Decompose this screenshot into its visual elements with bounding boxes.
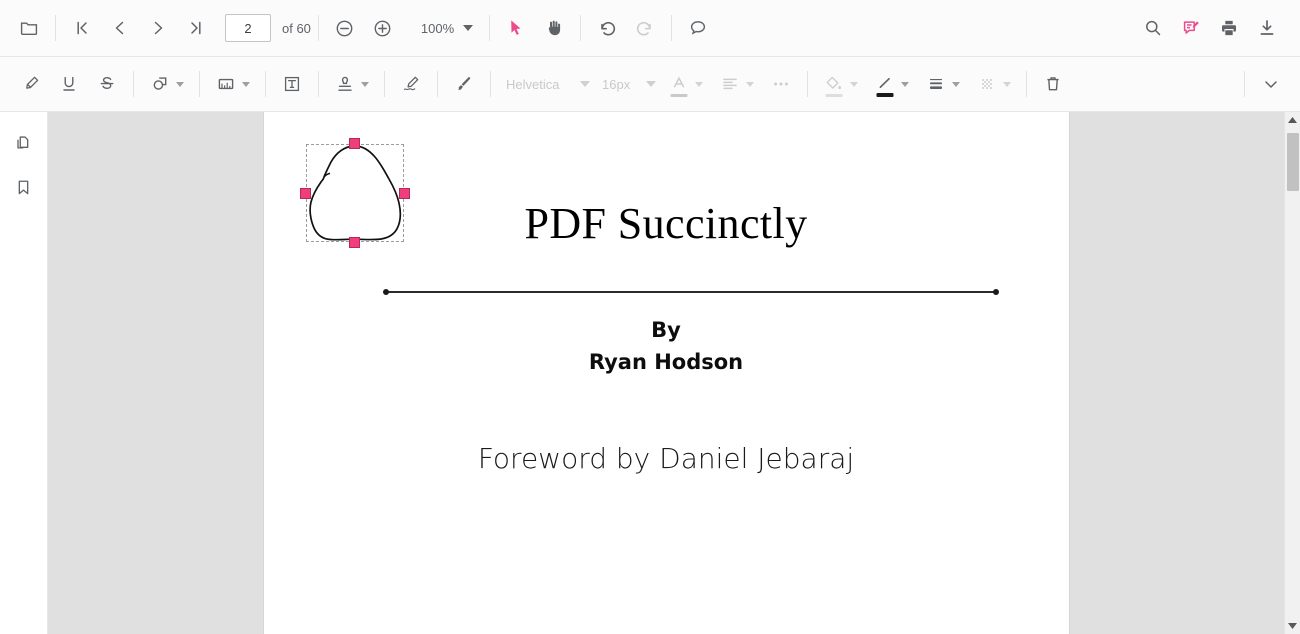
comment-icon[interactable] <box>679 9 717 47</box>
scroll-down-icon[interactable] <box>1285 617 1300 634</box>
align-tool[interactable] <box>711 65 762 103</box>
main-toolbar: of 60 100% <box>0 0 1300 57</box>
line-thickness-tool[interactable] <box>917 65 968 103</box>
highlight-icon[interactable] <box>12 65 50 103</box>
page-total-label: of 60 <box>282 20 311 36</box>
font-family-select[interactable]: Helvetica <box>498 72 594 97</box>
toolbar-divider <box>318 71 319 97</box>
annotation-toolbar-right <box>1237 65 1290 103</box>
stroke-color-icon <box>866 65 904 103</box>
signature-icon[interactable] <box>392 65 430 103</box>
line-thickness-icon <box>917 65 955 103</box>
stamp-tool[interactable] <box>326 65 377 103</box>
select-tool-icon[interactable] <box>497 9 535 47</box>
shape-icon <box>141 65 179 103</box>
align-icon <box>711 65 749 103</box>
toolbar-divider <box>437 71 438 97</box>
toolbar-divider <box>490 71 491 97</box>
chevron-down-icon <box>463 25 474 31</box>
toolbar-divider <box>1026 71 1027 97</box>
stamp-icon <box>326 65 364 103</box>
brush-icon[interactable] <box>445 65 483 103</box>
foreword-line: Foreword by Daniel Jebaraj <box>477 442 855 475</box>
toolbar-divider <box>580 15 582 41</box>
vertical-scrollbar[interactable] <box>1284 112 1300 634</box>
scroll-up-icon[interactable] <box>1285 112 1300 129</box>
annotation-toolbar: Helvetica 16px <box>0 57 1300 112</box>
chevron-down-icon <box>580 81 590 87</box>
by-label: By <box>651 318 681 342</box>
search-icon[interactable] <box>1134 9 1172 47</box>
print-icon[interactable] <box>1210 9 1248 47</box>
zoom-level-value: 100% <box>420 20 455 36</box>
toolbar-divider <box>265 71 266 97</box>
font-color-swatch <box>670 94 688 97</box>
author-name: Ryan Hodson <box>588 350 744 374</box>
viewer-body: PDF Succinctly By Ryan Hodson Foreword b… <box>0 112 1300 634</box>
chevron-down-icon <box>646 81 656 87</box>
strikethrough-icon[interactable] <box>88 65 126 103</box>
font-color-icon <box>660 65 698 103</box>
pan-tool-icon[interactable] <box>535 9 573 47</box>
pdf-page[interactable]: PDF Succinctly By Ryan Hodson Foreword b… <box>263 112 1069 634</box>
open-file-icon[interactable] <box>10 9 48 47</box>
toolbar-divider <box>199 71 200 97</box>
toolbar-divider <box>55 15 56 41</box>
font-size-value: 16px <box>602 76 631 92</box>
author-block: By Ryan Hodson <box>264 314 1069 378</box>
left-sidebar-rail <box>0 112 48 634</box>
next-page-icon[interactable] <box>139 9 177 47</box>
underline-icon[interactable] <box>50 65 88 103</box>
redo-icon[interactable] <box>626 9 664 47</box>
more-options-icon[interactable] <box>762 65 800 103</box>
page-number-input[interactable] <box>225 14 271 42</box>
resize-handle-east[interactable] <box>398 187 410 199</box>
fill-color-tool[interactable] <box>815 65 866 103</box>
page-title: PDF Succinctly <box>524 199 808 248</box>
zoom-in-icon[interactable] <box>364 9 402 47</box>
stroke-color-swatch <box>876 93 894 97</box>
stroke-color-tool[interactable] <box>866 65 917 103</box>
toolbar-divider <box>317 15 319 41</box>
opacity-tool[interactable] <box>968 65 1019 103</box>
font-color-tool[interactable] <box>660 65 711 103</box>
resize-handle-north[interactable] <box>349 138 360 149</box>
image-tool[interactable] <box>207 65 258 103</box>
scrollbar-thumb[interactable] <box>1286 133 1299 191</box>
document-viewport[interactable]: PDF Succinctly By Ryan Hodson Foreword b… <box>48 112 1284 634</box>
toolbar-divider <box>133 71 134 97</box>
title-divider-rule <box>382 289 999 295</box>
annotations-panel-icon[interactable] <box>1172 9 1210 47</box>
fill-color-icon <box>815 65 853 103</box>
first-page-icon[interactable] <box>63 9 101 47</box>
font-family-value: Helvetica <box>506 76 560 92</box>
zoom-level-dropdown[interactable]: 100% <box>412 16 482 41</box>
zoom-out-icon[interactable] <box>326 9 364 47</box>
image-icon <box>207 65 245 103</box>
toolbar-divider <box>807 71 808 97</box>
resize-handle-west[interactable] <box>299 187 311 199</box>
fill-color-swatch <box>825 94 843 97</box>
sidebar-item-thumbnails[interactable] <box>7 126 41 160</box>
sidebar-item-bookmarks[interactable] <box>7 170 41 204</box>
toolbar-divider <box>671 15 673 41</box>
shape-tool[interactable] <box>141 65 192 103</box>
font-size-select[interactable]: 16px <box>594 72 660 97</box>
collapse-toolbar-icon[interactable] <box>1252 65 1290 103</box>
toolbar-divider <box>1244 71 1245 97</box>
pdf-viewer-app: of 60 100% <box>0 0 1300 634</box>
prev-page-icon[interactable] <box>101 9 139 47</box>
download-icon[interactable] <box>1248 9 1286 47</box>
toolbar-divider <box>384 71 385 97</box>
delete-annotation-icon[interactable] <box>1034 65 1072 103</box>
toolbar-divider <box>489 15 491 41</box>
last-page-icon[interactable] <box>177 9 215 47</box>
undo-icon[interactable] <box>588 9 626 47</box>
main-toolbar-right <box>1134 9 1286 47</box>
textbox-icon[interactable] <box>273 65 311 103</box>
opacity-icon <box>968 65 1006 103</box>
page-navigation: of 60 <box>225 14 311 42</box>
